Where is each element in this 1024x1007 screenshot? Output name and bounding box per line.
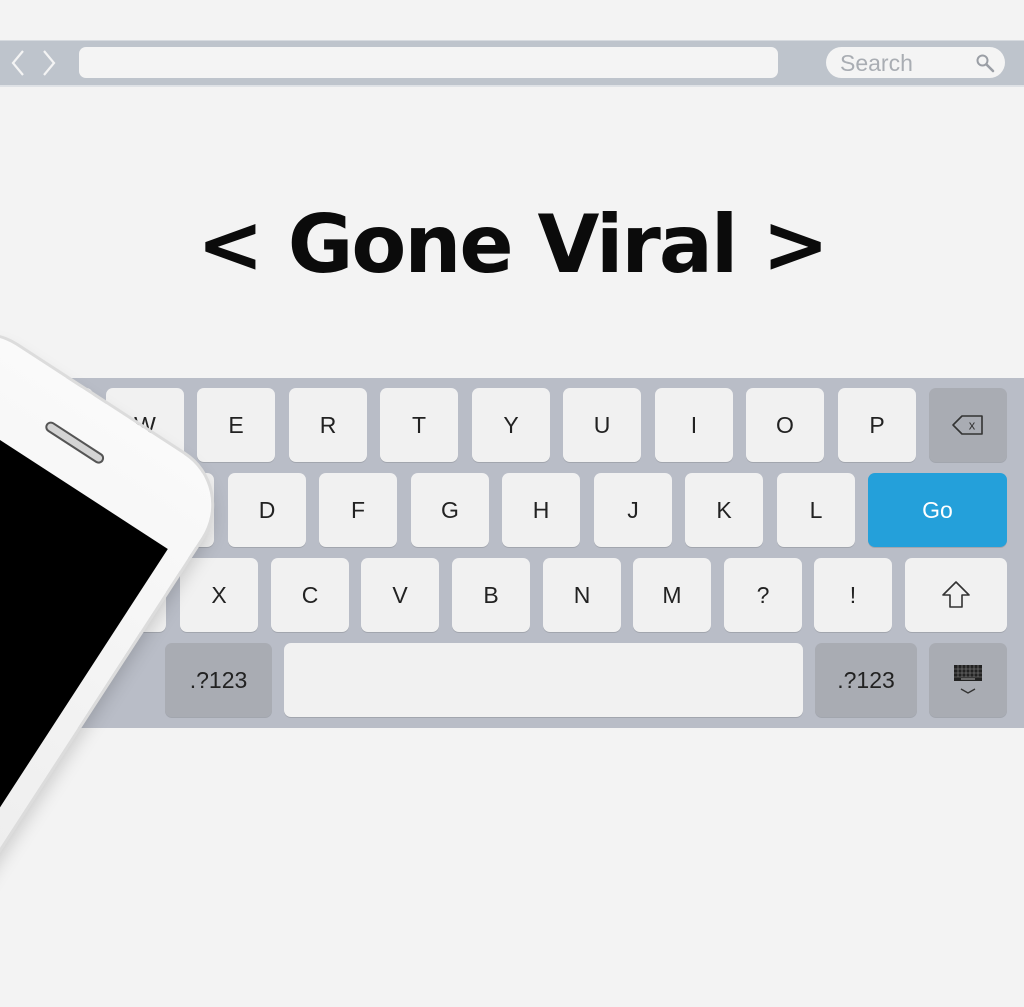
search-icon[interactable]: [975, 53, 995, 73]
url-input[interactable]: [79, 47, 778, 78]
svg-text:x: x: [969, 418, 976, 433]
key-m[interactable]: M: [633, 558, 711, 632]
key-e[interactable]: E: [197, 388, 275, 462]
backspace-icon: x: [952, 415, 983, 435]
browser-toolbar: [0, 40, 1024, 87]
key-y[interactable]: Y: [472, 388, 550, 462]
search-input[interactable]: [838, 47, 972, 80]
shift-arrow-icon: [942, 581, 970, 608]
key-k[interactable]: K: [685, 473, 763, 547]
key-v[interactable]: V: [361, 558, 439, 632]
shift-key[interactable]: [905, 558, 1007, 632]
search-box[interactable]: [826, 47, 1005, 80]
key-i[interactable]: I: [655, 388, 733, 462]
key-t[interactable]: T: [380, 388, 458, 462]
key-c[interactable]: C: [271, 558, 349, 632]
key-g[interactable]: G: [411, 473, 489, 547]
key-r[interactable]: R: [289, 388, 367, 462]
key-exclamation[interactable]: !: [814, 558, 892, 632]
key-n[interactable]: N: [543, 558, 621, 632]
key-d[interactable]: D: [228, 473, 306, 547]
page-headline: < Gone Viral >: [196, 198, 829, 291]
go-key[interactable]: Go: [868, 473, 1007, 547]
chevron-left-icon: [11, 50, 24, 76]
key-u[interactable]: U: [563, 388, 641, 462]
space-bar[interactable]: [284, 643, 803, 717]
chevron-right-icon: [43, 50, 56, 76]
key-h[interactable]: H: [502, 473, 580, 547]
key-question[interactable]: ?: [724, 558, 802, 632]
key-o[interactable]: O: [746, 388, 824, 462]
phone-speaker: [43, 419, 107, 466]
symbols-key-left[interactable]: .?123: [165, 643, 272, 717]
key-p[interactable]: P: [838, 388, 916, 462]
hide-keyboard-key[interactable]: [929, 643, 1007, 717]
key-j[interactable]: J: [594, 473, 672, 547]
keyboard-hide-icon: [954, 665, 982, 694]
backspace-key[interactable]: x: [929, 388, 1007, 462]
symbols-key-right[interactable]: .?123: [815, 643, 917, 717]
back-button[interactable]: [8, 49, 28, 77]
key-b[interactable]: B: [452, 558, 530, 632]
key-x[interactable]: X: [180, 558, 258, 632]
key-f[interactable]: F: [319, 473, 397, 547]
key-l[interactable]: L: [777, 473, 855, 547]
forward-button[interactable]: [39, 49, 59, 77]
